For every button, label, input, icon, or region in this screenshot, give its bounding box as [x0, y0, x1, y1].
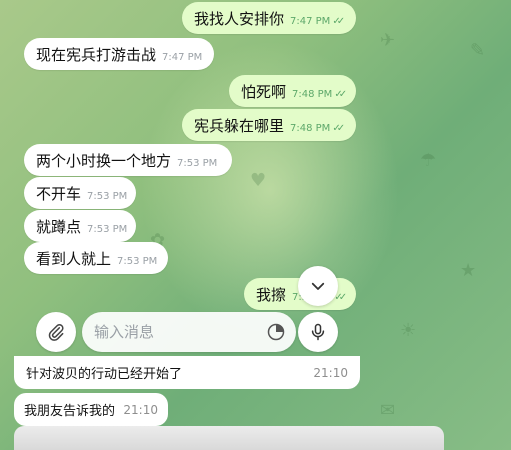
message-bubble-incoming[interactable]: 就蹲点 7:53 PM [24, 210, 136, 242]
message-text: 我找人安排你 [194, 9, 285, 28]
message-text: 就蹲点 [36, 217, 82, 236]
message-text: 怕死啊 [241, 82, 287, 101]
overlay-message-row: 我朋友告诉我的 21:10 [14, 393, 168, 426]
scroll-to-bottom-button[interactable] [298, 266, 338, 306]
doodle-icon: ★ [460, 260, 477, 281]
message-text: 宪兵躲在哪里 [194, 116, 285, 135]
voice-record-button[interactable] [298, 312, 338, 352]
paperclip-icon [48, 324, 64, 341]
doodle-icon: ☂ [420, 150, 437, 171]
message-bubble-outgoing[interactable]: 宪兵躲在哪里 7:48 PM ✓✓ [182, 109, 356, 141]
message-time: 7:48 PM [292, 88, 333, 100]
message-bubble-incoming[interactable]: 现在宪兵打游击战 7:47 PM [24, 38, 214, 70]
doodle-icon: ✈ [380, 30, 396, 51]
read-ticks-icon: ✓✓ [334, 88, 347, 100]
overlay-message-time: 21:10 [313, 365, 348, 380]
message-time: 7:53 PM [87, 190, 128, 202]
message-time: 7:53 PM [117, 255, 158, 267]
message-input[interactable] [92, 322, 256, 342]
message-bubble-incoming[interactable]: 两个小时换一个地方 7:53 PM [24, 144, 232, 176]
message-bubble-outgoing[interactable]: 怕死啊 7:48 PM ✓✓ [229, 75, 356, 107]
read-ticks-icon: ✓✓ [332, 15, 345, 27]
read-ticks-icon: ✓✓ [332, 122, 345, 134]
doodle-icon: ♥ [250, 170, 267, 191]
overlay-message-text: 我朋友告诉我的 [24, 404, 116, 419]
overlay-bottom-strip [14, 426, 444, 450]
message-text: 不开车 [36, 184, 82, 203]
message-bubble-incoming[interactable]: 看到人就上 7:53 PM [24, 242, 168, 274]
message-time: 7:47 PM [290, 15, 331, 27]
message-bubble-outgoing[interactable]: 我找人安排你 7:47 PM ✓✓ [182, 2, 356, 34]
message-time: 7:48 PM [290, 122, 331, 134]
attach-button[interactable] [36, 312, 76, 352]
message-input-container[interactable] [82, 312, 296, 352]
message-time: 7:47 PM [162, 51, 203, 63]
message-time: 7:53 PM [177, 157, 218, 169]
overlay-message-text: 针对波贝的行动已经开始了 [26, 367, 183, 382]
message-bubble-incoming[interactable]: 不开车 7:53 PM [24, 177, 136, 209]
message-time: 7:53 PM [87, 223, 128, 235]
chevron-down-icon [311, 282, 325, 290]
overlay-message-time: 21:10 [123, 402, 158, 417]
doodle-icon: ✎ [470, 40, 486, 61]
message-text: 看到人就上 [36, 249, 112, 268]
microphone-icon [311, 323, 325, 341]
message-text: 现在宪兵打游击战 [36, 45, 157, 64]
doodle-icon: ☀ [400, 320, 417, 341]
overlay-message-row: 针对波贝的行动已经开始了 21:10 [14, 356, 360, 389]
message-text: 我擦 [256, 285, 287, 304]
message-text: 两个小时换一个地方 [36, 151, 172, 170]
doodle-icon: ✉ [380, 400, 396, 421]
sticker-icon[interactable] [266, 322, 286, 342]
